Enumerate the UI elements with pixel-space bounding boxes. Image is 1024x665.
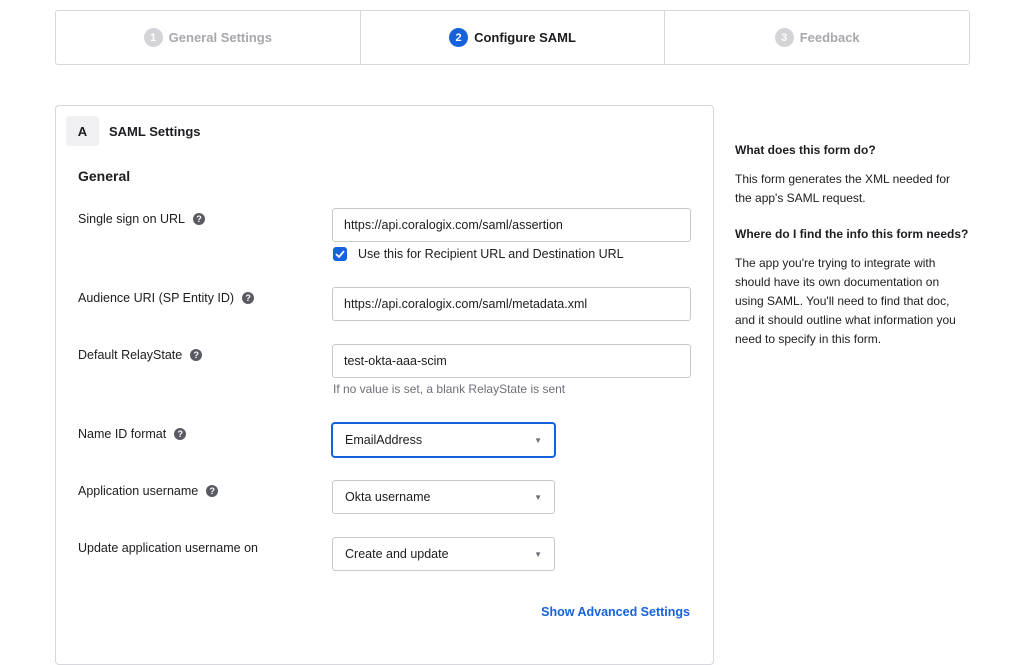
help-circle-icon[interactable]: ? [190,349,203,361]
select-value: EmailAddress [345,433,423,447]
general-heading: General [78,168,131,184]
relay-state-hint: If no value is set, a blank RelayState i… [333,382,566,396]
step-feedback[interactable]: 3 Feedback [664,11,969,64]
step-number-badge: 3 [774,28,794,47]
relay-state-label: Default RelayState ? [78,348,203,362]
audience-uri-input[interactable] [332,287,691,321]
audience-uri-label: Audience URI (SP Entity ID) ? [78,291,255,305]
step-number-badge: 2 [449,28,469,47]
update-username-label-text: Update application username on [78,541,258,555]
help-sidebar: What does this form do? This form genera… [735,143,970,368]
name-id-format-label: Name ID format ? [78,427,187,441]
wizard-stepper: 1 General Settings 2 Configure SAML 3 Fe… [55,10,970,65]
help-circle-icon[interactable]: ? [174,428,187,440]
help-question-2: Where do I find the info this form needs… [735,227,969,241]
relay-state-input[interactable] [332,344,691,378]
name-id-format-select[interactable]: EmailAddress ▼ [332,423,555,457]
step-general-settings[interactable]: 1 General Settings [56,11,360,64]
help-circle-icon[interactable]: ? [242,292,255,304]
sso-url-input[interactable] [332,208,691,242]
checkbox-label: Use this for Recipient URL and Destinati… [358,247,624,261]
saml-settings-panel: A SAML Settings General Single sign on U… [55,105,714,665]
select-value: Create and update [345,547,449,561]
app-username-label: Application username ? [78,484,219,498]
sso-url-label-text: Single sign on URL [78,212,186,226]
step-label: General Settings [168,30,272,45]
relay-state-label-text: Default RelayState [78,348,183,362]
select-value: Okta username [345,490,431,504]
recipient-url-checkbox-row[interactable]: Use this for Recipient URL and Destinati… [333,247,624,261]
app-username-select[interactable]: Okta username ▼ [332,480,555,514]
audience-uri-label-text: Audience URI (SP Entity ID) [78,291,235,305]
caret-down-icon: ▼ [534,492,542,502]
help-circle-icon[interactable]: ? [206,485,219,497]
sso-url-label: Single sign on URL ? [78,212,206,226]
help-question-1: What does this form do? [735,143,876,157]
section-title: SAML Settings [109,123,201,139]
app-username-label-text: Application username [78,484,199,498]
step-number-badge: 1 [143,28,163,47]
check-icon[interactable] [333,247,347,261]
caret-down-icon: ▼ [534,549,542,559]
caret-down-icon: ▼ [534,435,542,445]
update-username-select[interactable]: Create and update ▼ [332,537,555,571]
show-advanced-settings-link[interactable]: Show Advanced Settings [541,605,690,619]
step-configure-saml[interactable]: 2 Configure SAML [359,11,665,64]
step-label: Configure SAML [474,30,576,45]
name-id-format-label-text: Name ID format [78,427,167,441]
section-letter-badge: A [66,116,99,146]
help-answer-1: This form generates the XML needed for t… [735,172,951,205]
step-label: Feedback [799,30,860,45]
section-header: A SAML Settings [66,116,201,146]
update-username-label: Update application username on [78,541,258,555]
help-circle-icon[interactable]: ? [193,213,206,225]
help-answer-2: The app you're trying to integrate with … [735,256,956,346]
